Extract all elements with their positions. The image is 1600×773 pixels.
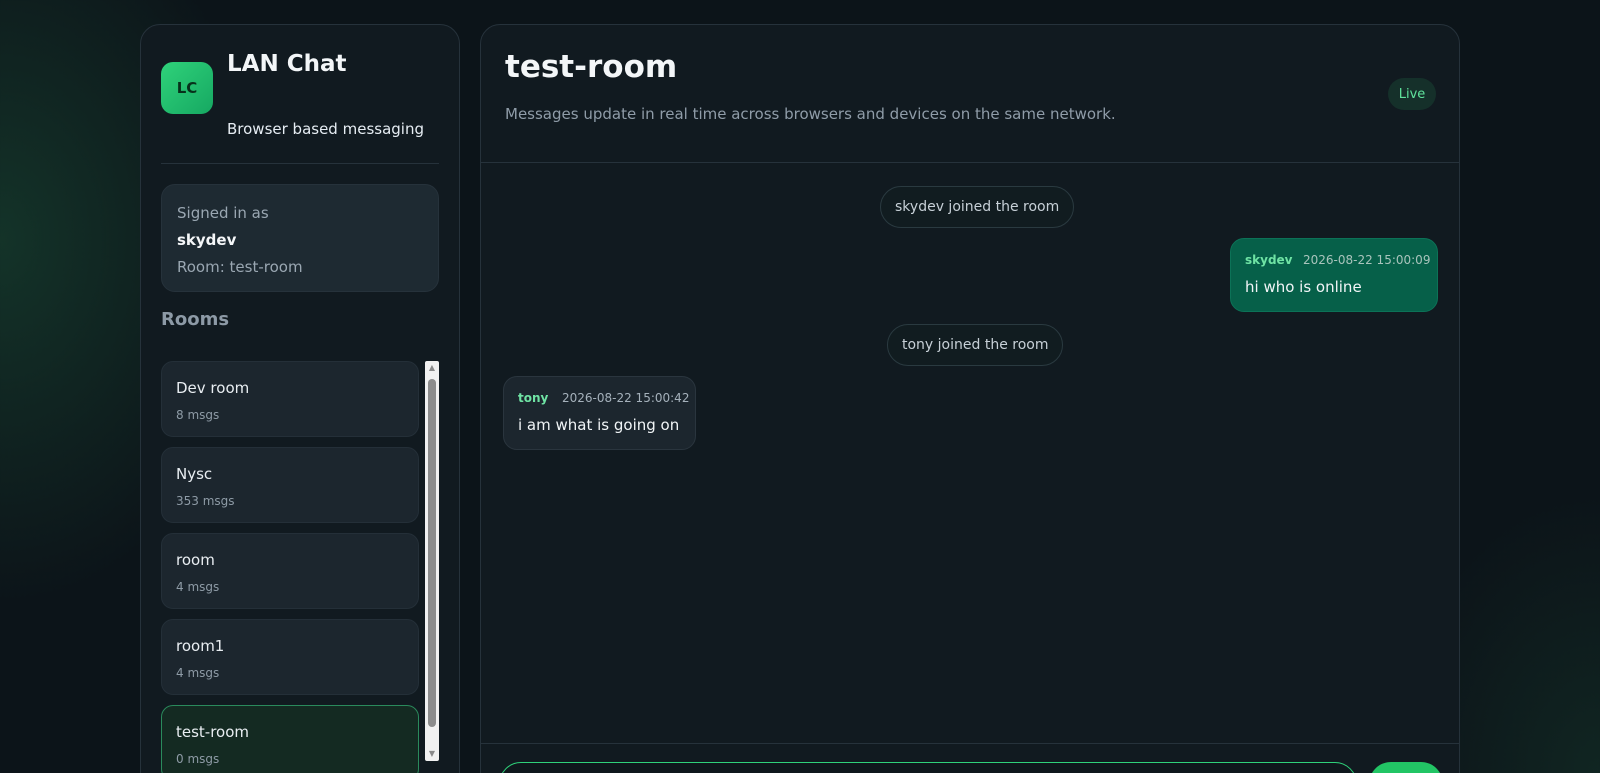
room-item-nysc[interactable]: Nysc 353 msgs: [161, 447, 419, 523]
system-message: skydev joined the room: [880, 186, 1075, 228]
room-message-count: 4 msgs: [176, 580, 220, 594]
scrollbar-thumb[interactable]: [428, 379, 436, 727]
message-text: i am what is going on: [518, 416, 680, 434]
message-bubble-other: tony 2026-08-22 15:00:42 i am what is go…: [503, 376, 696, 450]
sidebar: LC LAN Chat Browser based messaging Sign…: [140, 24, 460, 773]
room-message-count: 4 msgs: [176, 666, 220, 680]
message-bubble-own: skydev 2026-08-22 15:00:09 hi who is onl…: [1230, 238, 1438, 312]
signed-in-username: skydev: [177, 231, 237, 249]
composer-divider: [481, 743, 1459, 744]
live-status-badge: Live: [1388, 78, 1436, 110]
current-room-label: Room: test-room: [177, 258, 303, 276]
room-item-dev-room[interactable]: Dev room 8 msgs: [161, 361, 419, 437]
chat-panel: test-room Messages update in real time a…: [480, 24, 1460, 773]
room-item-room1[interactable]: room1 4 msgs: [161, 619, 419, 695]
room-item-room[interactable]: room 4 msgs: [161, 533, 419, 609]
rooms-scrollbar[interactable]: ▲ ▼: [425, 361, 439, 761]
scroll-down-arrow-icon[interactable]: ▼: [425, 747, 439, 761]
message-timestamp: 2026-08-22 15:00:42: [562, 391, 690, 405]
room-name: Dev room: [176, 379, 250, 397]
room-title: test-room: [505, 49, 678, 85]
room-name: room: [176, 551, 215, 569]
message-author: skydev: [1245, 253, 1293, 267]
send-button[interactable]: [1369, 762, 1443, 773]
message-list: skydev joined the room skydev 2026-08-22…: [481, 164, 1459, 731]
room-name: room1: [176, 637, 225, 655]
rooms-heading: Rooms: [161, 309, 230, 330]
app-subtitle: Browser based messaging: [227, 120, 424, 138]
room-item-test-room[interactable]: test-room 0 msgs: [161, 705, 419, 773]
system-message: tony joined the room: [887, 324, 1064, 366]
app-logo: LC: [161, 62, 213, 114]
room-message-count: 0 msgs: [176, 752, 220, 766]
brand-header: LC LAN Chat Browser based messaging: [161, 49, 439, 164]
room-name: Nysc: [176, 465, 213, 483]
message-text: hi who is online: [1245, 278, 1362, 296]
app-title: LAN Chat: [227, 51, 347, 77]
room-name: test-room: [176, 723, 250, 741]
room-description: Messages update in real time across brow…: [505, 105, 1116, 123]
rooms-list: Dev room 8 msgs Nysc 353 msgs room 4 msg…: [161, 361, 439, 773]
room-message-count: 8 msgs: [176, 408, 220, 422]
signed-in-card: Signed in as skydev Room: test-room: [161, 184, 439, 292]
signed-in-label: Signed in as: [177, 204, 269, 222]
message-timestamp: 2026-08-22 15:00:09: [1303, 253, 1431, 267]
message-input[interactable]: [499, 762, 1357, 773]
room-message-count: 353 msgs: [176, 494, 235, 508]
scroll-up-arrow-icon[interactable]: ▲: [425, 361, 439, 375]
message-author: tony: [518, 391, 549, 405]
chat-header: test-room Messages update in real time a…: [481, 25, 1459, 163]
